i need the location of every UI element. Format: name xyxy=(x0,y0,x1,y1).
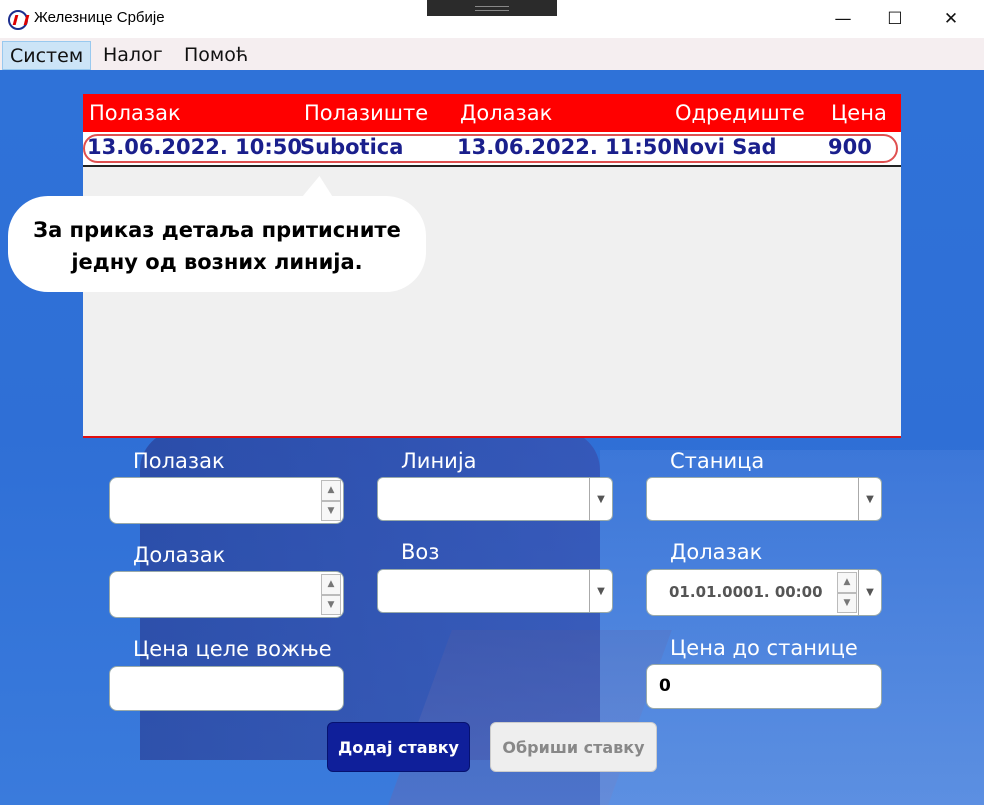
cell-price: 900 xyxy=(828,135,872,159)
station-select[interactable]: ▼ xyxy=(646,477,882,521)
header-arrival: Долазак xyxy=(460,101,553,125)
menu-account[interactable]: Налог xyxy=(96,41,170,70)
chevron-down-icon[interactable]: ▼ xyxy=(589,570,612,612)
spin-up-icon[interactable]: ▲ xyxy=(321,480,341,501)
arrival-spinner[interactable]: ▲ ▼ xyxy=(321,574,341,615)
railway-logo-icon xyxy=(8,10,28,30)
tooltip-text: За приказ детаља притисните једну од воз… xyxy=(8,214,426,278)
chevron-down-icon[interactable]: ▼ xyxy=(858,478,881,520)
menu-bar: Систем Налог Помоћ xyxy=(0,38,984,70)
spin-up-icon[interactable]: ▲ xyxy=(321,574,341,595)
chevron-down-icon[interactable]: ▼ xyxy=(858,570,881,615)
arrival-datetime-input[interactable]: ▲ ▼ xyxy=(109,571,344,618)
spin-down-icon[interactable]: ▼ xyxy=(837,592,857,613)
cell-origin: Subotica xyxy=(300,135,404,159)
station-price-value: 0 xyxy=(659,676,671,696)
minimize-button[interactable]: — xyxy=(818,0,868,38)
station-arrival-value: 01.01.0001. 00:00 xyxy=(669,583,823,601)
tooltip-line-2: једну од возних линија. xyxy=(71,250,363,274)
table-row[interactable]: 13.06.2022. 10:50 Subotica 13.06.2022. 1… xyxy=(83,132,901,167)
station-label: Станица xyxy=(670,449,765,473)
spin-down-icon[interactable]: ▼ xyxy=(321,594,341,615)
delete-item-button[interactable]: Обриши ставку xyxy=(490,722,657,772)
close-button[interactable]: ✕ xyxy=(926,0,976,38)
header-origin: Полазиште xyxy=(304,101,429,125)
line-select[interactable]: ▼ xyxy=(377,477,613,521)
train-label: Воз xyxy=(401,540,440,564)
add-item-button[interactable]: Додај ставку xyxy=(327,722,470,772)
chevron-down-icon[interactable]: ▼ xyxy=(589,478,612,520)
full-price-label: Цена целе вожње xyxy=(133,637,332,661)
spin-up-icon[interactable]: ▲ xyxy=(837,572,857,593)
station-arrival-input[interactable]: 01.01.0001. 00:00 ▲ ▼ ▼ xyxy=(646,569,882,616)
full-price-input[interactable] xyxy=(109,666,344,711)
line-label: Линија xyxy=(401,449,477,473)
window-title: Железнице Србије xyxy=(34,9,165,26)
departure-spinner[interactable]: ▲ ▼ xyxy=(321,480,341,521)
spin-down-icon[interactable]: ▼ xyxy=(321,500,341,521)
station-arrival-spinner[interactable]: ▲ ▼ xyxy=(837,572,857,613)
header-departure: Полазак xyxy=(89,101,181,125)
tooltip-line-1: За приказ детаља притисните xyxy=(33,218,401,242)
menu-help[interactable]: Помоћ xyxy=(177,41,255,70)
header-destination: Одредиште xyxy=(675,101,805,125)
departure-datetime-input[interactable]: ▲ ▼ xyxy=(109,477,344,524)
station-price-label: Цена до станице xyxy=(670,636,858,660)
table-header: Полазак Полазиште Долазак Одредиште Цена xyxy=(83,94,901,132)
departure-label: Полазак xyxy=(133,449,225,473)
header-price: Цена xyxy=(831,101,887,125)
cell-destination: Novi Sad xyxy=(672,135,777,159)
station-price-input[interactable]: 0 xyxy=(646,664,882,709)
station-arrival-label: Долазак xyxy=(670,540,763,564)
cell-arrival: 13.06.2022. 11:50 xyxy=(457,135,672,159)
cell-departure: 13.06.2022. 10:50 xyxy=(87,135,302,159)
maximize-button[interactable]: ☐ xyxy=(870,0,920,38)
train-select[interactable]: ▼ xyxy=(377,569,613,613)
arrival-label: Долазак xyxy=(133,543,226,567)
menu-system[interactable]: Систем xyxy=(2,41,92,70)
drag-handle[interactable] xyxy=(427,0,557,16)
title-bar: Железнице Србије — ☐ ✕ xyxy=(0,0,984,38)
